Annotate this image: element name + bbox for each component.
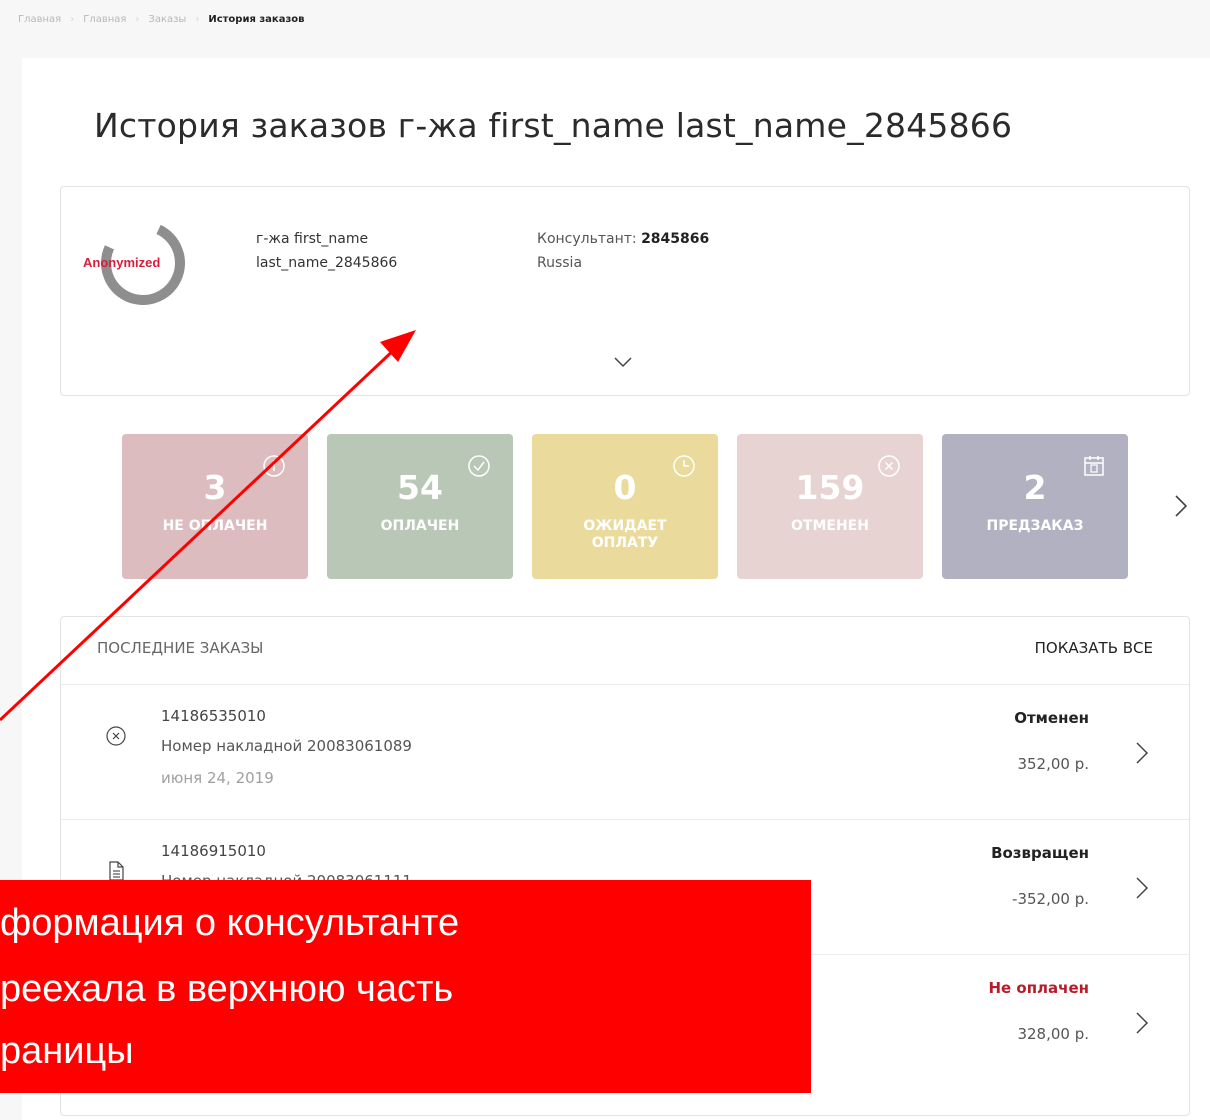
waybill-number: Номер накладной 20083061089 bbox=[161, 737, 412, 755]
breadcrumb-current: История заказов bbox=[208, 14, 305, 25]
order-price: 352,00 р. bbox=[1017, 755, 1089, 773]
annotation-line: формация о консультанте bbox=[0, 902, 460, 944]
chevron-right-icon[interactable] bbox=[1135, 741, 1149, 765]
order-row[interactable]: 14186535010 Номер накладной 20083061089 … bbox=[61, 685, 1189, 820]
consultant-id: 2845866 bbox=[641, 231, 710, 247]
x-circle-icon bbox=[878, 455, 900, 477]
tile-awaiting-payment[interactable]: 0 ОЖИДАЕТ ОПЛАТУ bbox=[532, 434, 718, 579]
tile-label: ОЖИДАЕТ ОПЛАТУ bbox=[583, 518, 667, 551]
tile-paid[interactable]: 54 ОПЛАЧЕН bbox=[327, 434, 513, 579]
check-circle-icon bbox=[468, 455, 490, 477]
tile-cancelled[interactable]: 159 ОТМЕНЕН bbox=[737, 434, 923, 579]
tile-label: ПРЕДЗАКАЗ bbox=[986, 518, 1084, 534]
order-status: Не оплачен bbox=[988, 979, 1089, 997]
order-status: Отменен bbox=[1014, 709, 1089, 727]
annotation-line: реехала в верхнюю часть bbox=[0, 968, 454, 1010]
breadcrumb-item[interactable]: Заказы bbox=[148, 14, 186, 25]
order-number: 14186915010 bbox=[161, 842, 266, 860]
chevron-right-icon[interactable] bbox=[1135, 1011, 1149, 1035]
breadcrumb: Главная › Главная › Заказы › История заказо… bbox=[18, 14, 305, 25]
order-status: Возвращен bbox=[991, 844, 1089, 862]
profile-card: Anonymized г-жа first_name last_name_284… bbox=[60, 186, 1190, 396]
tile-preorder[interactable]: 2 ПРЕДЗАКАЗ bbox=[942, 434, 1128, 579]
order-number: 14186535010 bbox=[161, 707, 266, 725]
tile-label: НЕ ОПЛАЧЕН bbox=[162, 518, 268, 534]
tile-label: ОПЛАЧЕН bbox=[380, 518, 460, 534]
document-icon bbox=[109, 861, 124, 881]
country: Russia bbox=[537, 255, 583, 271]
info-icon bbox=[263, 455, 285, 477]
consultant-info: Консультант: 2845866 Russia bbox=[537, 227, 709, 275]
breadcrumb-item[interactable]: Главная bbox=[83, 14, 126, 25]
show-all-link[interactable]: ПОКАЗАТЬ ВСЕ bbox=[1035, 639, 1153, 657]
tile-label: ОТМЕНЕН bbox=[791, 518, 869, 534]
recent-orders-title: ПОСЛЕДНИЕ ЗАКАЗЫ bbox=[97, 639, 264, 657]
consultant-label: Консультант: bbox=[537, 231, 642, 247]
customer-name-line2: last_name_2845866 bbox=[256, 255, 398, 271]
x-circle-icon bbox=[106, 726, 126, 746]
avatar: Anonymized bbox=[83, 209, 211, 317]
order-price: 328,00 р. bbox=[1017, 1025, 1089, 1043]
chevron-down-icon[interactable] bbox=[613, 355, 633, 369]
tile-unpaid[interactable]: 3 НЕ ОПЛАЧЕН bbox=[122, 434, 308, 579]
order-date: июня 24, 2019 bbox=[161, 769, 274, 787]
customer-name: г-жа first_name last_name_2845866 bbox=[256, 227, 476, 275]
customer-name-line1: г-жа first_name bbox=[256, 231, 369, 247]
chevron-right-icon[interactable] bbox=[1135, 876, 1149, 900]
chevron-right-icon[interactable] bbox=[1172, 494, 1190, 518]
order-price: -352,00 р. bbox=[1012, 890, 1089, 908]
annotation-line: раницы bbox=[0, 1030, 134, 1072]
calendar-icon bbox=[1084, 456, 1104, 476]
clock-icon bbox=[673, 455, 695, 477]
annotation-box: формация о консультанте реехала в верхню… bbox=[0, 880, 811, 1093]
recent-orders-header: ПОСЛЕДНИЕ ЗАКАЗЫ ПОКАЗАТЬ ВСЕ bbox=[61, 617, 1189, 685]
page-title: История заказов г-жа first_name last_nam… bbox=[94, 106, 1013, 145]
breadcrumb-item[interactable]: Главная bbox=[18, 14, 61, 25]
avatar-label: Anonymized bbox=[83, 255, 161, 270]
